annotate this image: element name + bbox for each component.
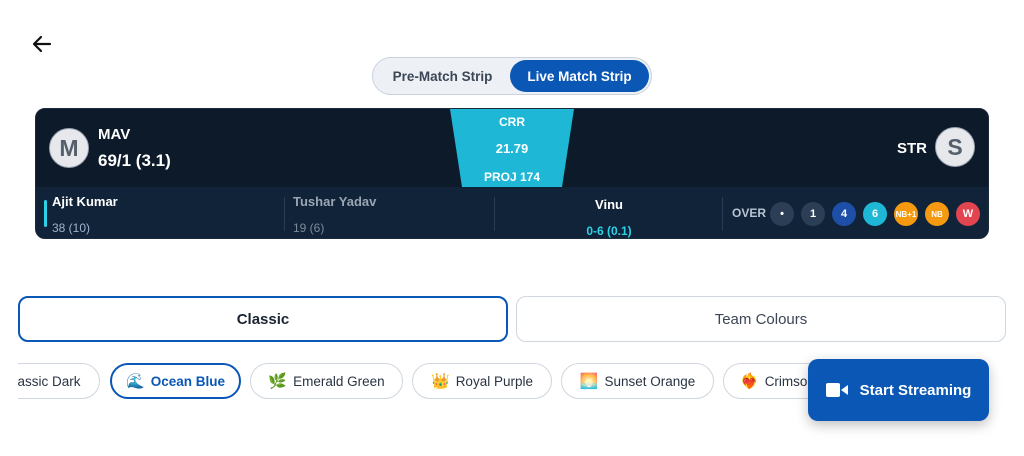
crown-icon: 👑	[431, 373, 450, 390]
wave-icon: 🌊	[126, 373, 145, 390]
bowler-figures: 0-6 (0.1)	[586, 224, 632, 238]
theme-chip-classic-dark[interactable]: assic Dark	[18, 363, 100, 399]
team-score-left: 69/1 (3.1)	[98, 151, 171, 170]
ball-four: 4	[832, 202, 856, 226]
leaf-icon: 🌿	[268, 373, 288, 390]
strip-header: M MAV 69/1 (3.1) CRR 21.79 PROJ 174 STR …	[36, 109, 988, 187]
theme-chip-label: Sunset Orange	[604, 373, 696, 389]
start-streaming-button[interactable]: Start Streaming	[808, 359, 989, 421]
crr-label: CRR	[499, 115, 525, 129]
start-streaming-label: Start Streaming	[859, 381, 972, 399]
batter-name: Tushar Yadav	[293, 194, 377, 209]
bowler: Vinu 0-6 (0.1)	[494, 197, 722, 238]
theme-chip-emerald-green[interactable]: 🌿 Emerald Green	[250, 363, 403, 399]
team-avatar-right: S	[935, 127, 975, 167]
over-label: OVER	[732, 206, 767, 220]
back-arrow-icon[interactable]	[30, 32, 58, 56]
pre-match-strip-tab[interactable]: Pre-Match Strip	[375, 60, 510, 92]
theme-chip-ocean-blue[interactable]: 🌊 Ocean Blue	[110, 363, 241, 399]
team-name-left: MAV	[98, 126, 131, 143]
batter-name: Ajit Kumar	[52, 194, 118, 209]
ball-six: 6	[863, 202, 887, 226]
on-strike-indicator	[44, 200, 47, 227]
tab-team-colours[interactable]: Team Colours	[516, 296, 1006, 342]
ball-no-ball-plus-one: NB+1	[894, 202, 918, 226]
team-avatar-left: M	[49, 128, 89, 168]
ball-wicket: W	[956, 202, 980, 226]
theme-chip-label: assic Dark	[18, 373, 81, 389]
sunset-icon: 🌅	[579, 373, 599, 390]
theme-chip-sunset-orange[interactable]: 🌅 Sunset Orange	[561, 363, 714, 399]
theme-chip-label: Crimso	[764, 373, 808, 389]
batter-on-strike: Ajit Kumar 38 (10)	[36, 187, 284, 238]
live-score-strip: M MAV 69/1 (3.1) CRR 21.79 PROJ 174 STR …	[35, 108, 989, 239]
bowler-name: Vinu	[595, 197, 623, 212]
current-over: OVER • 1 4 6 NB+1 NB W	[722, 197, 988, 231]
crr-panel: CRR 21.79 PROJ 174	[450, 109, 574, 187]
strip-mode-toggle: Pre-Match Strip Live Match Strip	[372, 57, 652, 95]
batter-runs: 19 (6)	[293, 221, 325, 235]
live-match-strip-tab[interactable]: Live Match Strip	[510, 60, 649, 92]
crr-value: 21.79	[495, 141, 529, 156]
batter-runs: 38 (10)	[52, 221, 91, 235]
theme-chip-label: Emerald Green	[293, 373, 385, 389]
team-name-right: STR	[897, 140, 927, 157]
ball-no-ball: NB	[925, 202, 949, 226]
theme-chip-label: Ocean Blue	[150, 373, 225, 389]
strip-footer: Ajit Kumar 38 (10) Tushar Yadav 19 (6) V…	[36, 187, 988, 238]
heart-on-fire-icon: ❤️‍🔥	[740, 373, 759, 390]
ball-dot: •	[770, 202, 794, 226]
theme-chip-label: Royal Purple	[455, 373, 533, 389]
theme-chip-royal-purple[interactable]: 👑 Royal Purple	[412, 363, 552, 399]
ball-single: 1	[801, 202, 825, 226]
tab-classic[interactable]: Classic	[18, 296, 508, 342]
projected-score: PROJ 174	[483, 170, 541, 184]
video-camera-icon	[825, 383, 848, 397]
batter-non-strike: Tushar Yadav 19 (6)	[284, 194, 494, 235]
